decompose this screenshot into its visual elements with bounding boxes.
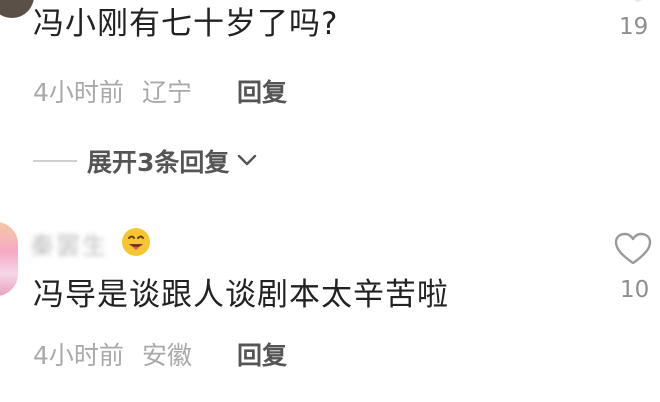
chevron-down-icon [237,152,257,171]
comment-time: 4小时前 [33,78,124,107]
like-icon-partial[interactable] [634,0,642,2]
like-count: 19 [619,14,649,40]
reply-button[interactable]: 回复 [237,78,287,108]
avatar[interactable] [0,0,34,18]
avatar[interactable] [0,222,18,296]
smile-emoji-icon [120,226,152,262]
like-count: 10 [620,277,650,303]
heart-icon[interactable] [614,232,652,270]
username[interactable]: 秦罢生 [30,226,108,261]
comment-text: 冯小刚有七十岁了吗? [33,6,339,42]
expand-replies-label: 展开3条回复 [87,148,230,177]
comment-location: 安徽 [142,341,193,370]
comment-time: 4小时前 [33,341,124,370]
reply-button[interactable]: 回复 [237,341,287,371]
comment-text: 冯导是谈跟人谈剧本太辛苦啦 [33,277,449,313]
comment-location: 辽宁 [142,78,193,107]
expand-replies-button[interactable]: 展开3条回复 [33,146,257,177]
divider [33,160,77,162]
